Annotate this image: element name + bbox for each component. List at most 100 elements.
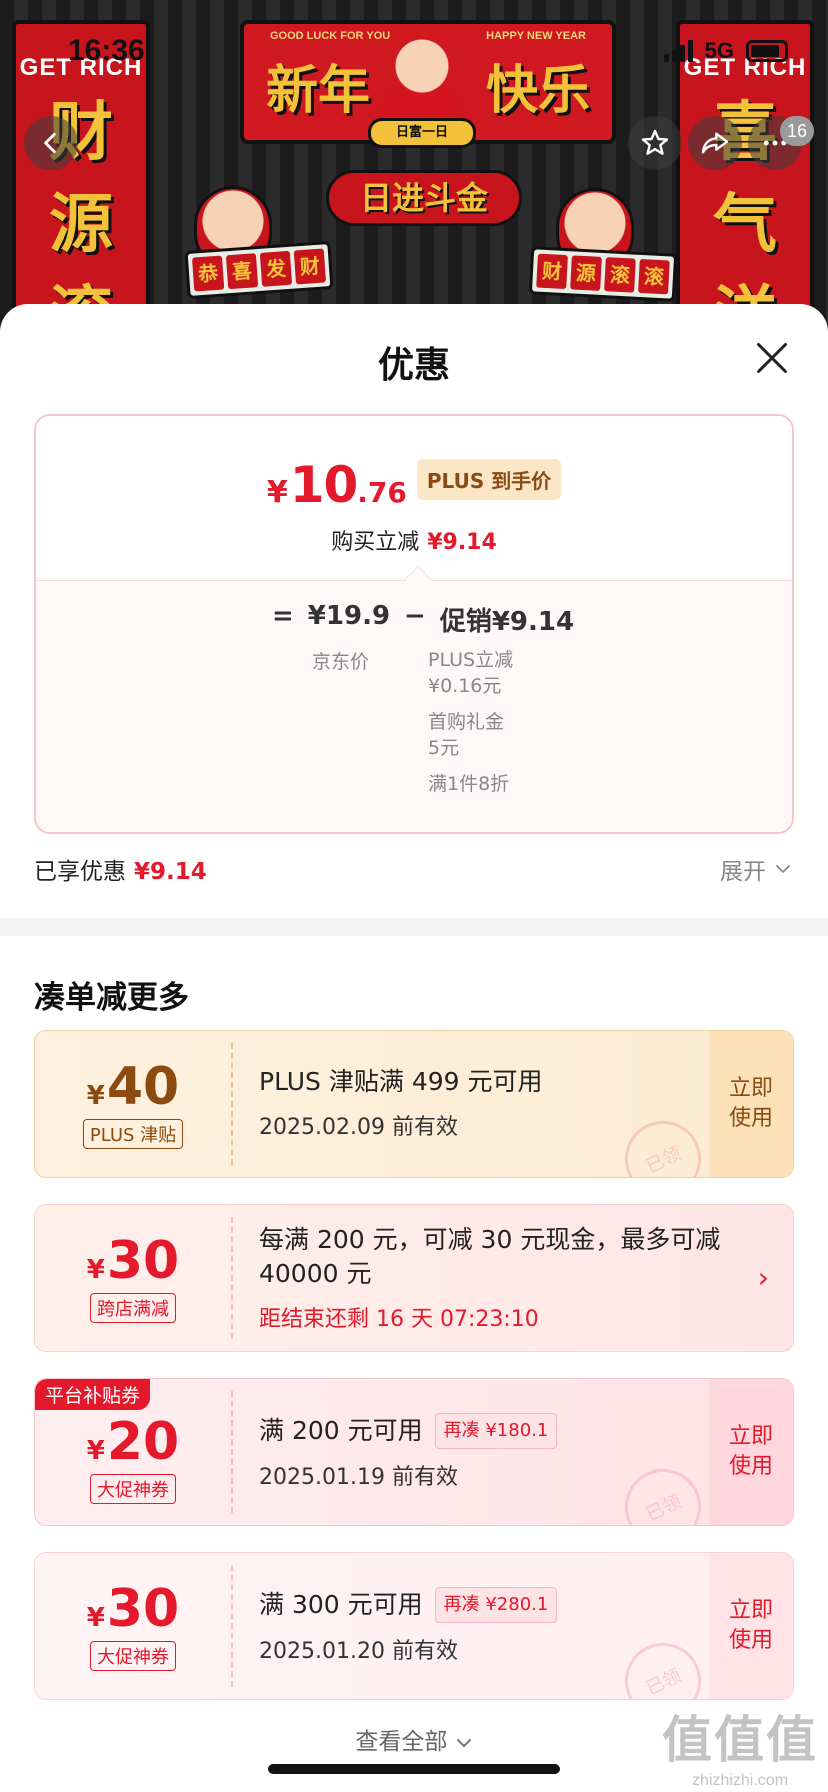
- board-small-left: GOOD LUCK FOR YOU: [270, 30, 391, 42]
- promo-item: 满1件8折: [428, 771, 513, 797]
- sticker-char: 财: [293, 248, 327, 285]
- favorite-button[interactable]: [628, 116, 682, 170]
- sticker-right: 财 源 滚 滚: [528, 246, 678, 302]
- more-section-title: 凑单减更多: [34, 980, 189, 1016]
- use-now-line1: 立即: [728, 1598, 773, 1623]
- coupon-amount: ¥ 30: [87, 1581, 179, 1637]
- coupon-title: 每满 200 元，可减 30 元现金，最多可减 40000 元: [259, 1225, 721, 1288]
- coupon-amount: ¥ 40: [87, 1059, 179, 1115]
- instant-cut-label: 购买立减: [331, 530, 420, 555]
- equals-sign: =: [272, 601, 294, 631]
- promo-item-line1: 满1件8折: [428, 773, 510, 795]
- coupon-title: 满 200 元可用: [259, 1416, 423, 1445]
- view-all-label: 查看全部: [355, 1729, 448, 1755]
- coupon-type: PLUS 津贴: [82, 1119, 184, 1149]
- use-now-line2: 使用: [728, 1106, 773, 1131]
- coupon-card[interactable]: ¥ 30 跨店满减 每满 200 元，可减 30 元现金，最多可减 40000 …: [34, 1204, 794, 1352]
- right-couplet: GET RICH 喜 气 洋: [676, 20, 814, 340]
- coupon-card[interactable]: ¥ 40 PLUS 津贴 PLUS 津贴满 499 元可用 2025.02.09…: [34, 1030, 794, 1178]
- promo-item-line1: PLUS立减: [428, 649, 514, 671]
- price-currency: ¥: [266, 475, 288, 510]
- promo-list: PLUS立减 ¥0.16元 首购礼金 5元 满1件8折: [428, 647, 513, 807]
- coupon-value: 20: [106, 1412, 180, 1472]
- share-button[interactable]: [688, 116, 742, 170]
- promo-item: PLUS立减 ¥0.16元: [428, 647, 513, 699]
- share-icon: [701, 132, 729, 154]
- price-integer: 10: [289, 456, 359, 514]
- sticker-char: 滚: [638, 258, 670, 295]
- use-now-line1: 立即: [728, 1076, 773, 1101]
- star-icon: [641, 129, 669, 155]
- enjoyed-value: ¥9.14: [134, 859, 207, 885]
- left-couplet-char: 源: [49, 188, 113, 262]
- board-right-text: 快乐: [485, 61, 590, 121]
- sticker-left: 恭 喜 发 财: [184, 240, 334, 300]
- watermark-logo: 值值值: [662, 1711, 818, 1769]
- day-tag: 日富一日: [368, 118, 476, 148]
- use-now-button[interactable]: 立即 使用: [709, 1031, 793, 1177]
- board-left-text: 新年: [266, 61, 371, 121]
- use-now-line2: 使用: [728, 1454, 773, 1479]
- promo-total: 促销¥9.14: [439, 607, 575, 637]
- chevron-down-icon: [456, 1738, 471, 1747]
- platform-subsidy-badge: 平台补贴券: [35, 1379, 151, 1410]
- coupon-value: 30: [106, 1231, 180, 1291]
- enjoyed-discount: 已享优惠 ¥9.14: [34, 852, 207, 886]
- use-now-button[interactable]: 立即 使用: [709, 1379, 793, 1525]
- coupon-title-row: 满 300 元可用 再凑 ¥280.1: [259, 1587, 709, 1623]
- price-equation: = ¥19.9 − 促销¥9.14: [272, 601, 574, 638]
- back-button[interactable]: [24, 116, 78, 170]
- sticker-char: 滚: [604, 257, 636, 293]
- add-more-tag: 再凑 ¥180.1: [434, 1413, 558, 1449]
- instant-cut-line: 购买立减 ¥9.14: [36, 524, 792, 556]
- use-now-line2: 使用: [728, 1628, 773, 1653]
- chevron-right-icon[interactable]: ›: [758, 1261, 769, 1294]
- chevron-left-icon: [44, 132, 56, 154]
- sheet-title: 优惠: [377, 345, 450, 386]
- watermark-url: zhizhizhi.com: [691, 1772, 789, 1789]
- board-small-right: HAPPY NEW YEAR: [486, 30, 586, 42]
- coupon-card[interactable]: 平台补贴券 ¥ 20 大促神券 满 200 元可用 再凑 ¥180.1 2025.…: [34, 1378, 794, 1526]
- discount-sheet: 优惠 ¥ 10 .76 PLUS 到手价 购买立减 ¥9.14 = ¥19.9 −…: [0, 304, 828, 1792]
- minus-sign: −: [404, 601, 426, 631]
- final-price: ¥ 10 .76 PLUS 到手价: [36, 456, 792, 514]
- plus-price-tag: PLUS 到手价: [416, 458, 562, 500]
- use-now-button[interactable]: 立即 使用: [709, 1553, 793, 1699]
- coupon-currency: ¥: [86, 1081, 105, 1111]
- promo-item-line1: 首购礼金: [428, 711, 505, 733]
- status-time: 16:36: [68, 34, 145, 67]
- center-sticker: 日进斗金: [326, 170, 522, 226]
- coupon-type: 跨店满减: [90, 1293, 176, 1323]
- status-indicators: 5G: [663, 38, 788, 64]
- coupon-value: 40: [106, 1057, 180, 1117]
- promo-item: 首购礼金 5元: [428, 709, 513, 761]
- use-now-line1: 立即: [728, 1424, 773, 1449]
- coupon-currency: ¥: [86, 1436, 105, 1466]
- watermark: 值值值 zhizhizhi.com: [662, 1700, 818, 1790]
- instant-cut-value: ¥9.14: [427, 530, 497, 555]
- price-decimal: .76: [357, 476, 407, 509]
- coupon-amount: ¥ 30: [87, 1233, 179, 1289]
- sticker-char: 财: [536, 253, 568, 290]
- promo-item-line2: 5元: [428, 737, 460, 759]
- chevron-down-icon: [776, 865, 790, 873]
- coupon-type: 大促神券: [90, 1474, 176, 1504]
- promo-item-line2: ¥0.16元: [428, 675, 502, 697]
- expand-label: 展开: [720, 859, 766, 885]
- notification-badge: 16: [780, 116, 814, 146]
- home-indicator[interactable]: [268, 1764, 560, 1774]
- section-divider: [0, 918, 828, 936]
- enjoyed-label: 已享优惠: [34, 859, 126, 885]
- left-couplet: GET RICH 财 源 滚: [12, 20, 150, 340]
- coupon-title: PLUS 津贴满 499 元可用: [259, 1067, 543, 1096]
- coupon-value: 30: [106, 1579, 180, 1639]
- jd-price-label: 京东价: [312, 651, 370, 673]
- add-more-tag: 再凑 ¥280.1: [434, 1587, 558, 1623]
- coupon-countdown: 距结束还剩 16 天 07:23:10: [259, 1307, 539, 1332]
- close-icon[interactable]: [754, 340, 790, 376]
- signal-icon: [663, 40, 693, 62]
- coupon-title-row: 满 200 元可用 再凑 ¥180.1: [259, 1413, 709, 1449]
- battery-icon: [746, 40, 788, 62]
- coupon-card[interactable]: ¥ 30 大促神券 满 300 元可用 再凑 ¥280.1 2025.01.20 …: [34, 1552, 794, 1700]
- expand-button[interactable]: 展开: [720, 852, 792, 886]
